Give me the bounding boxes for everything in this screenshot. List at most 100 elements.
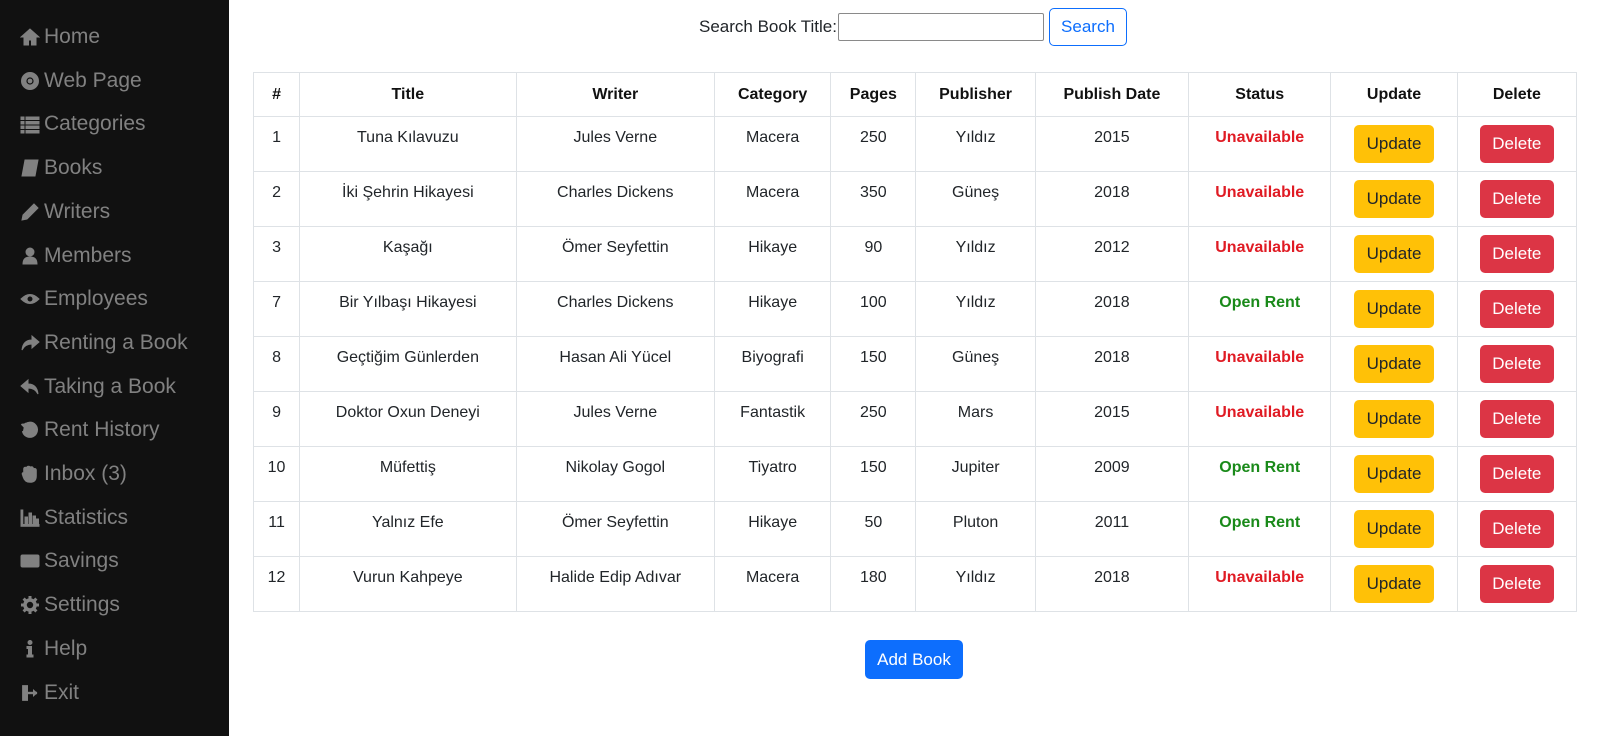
delete-button[interactable]: Delete (1479, 234, 1554, 273)
sidebar-item-rent-history[interactable]: Rent History (18, 415, 160, 445)
delete-button[interactable]: Delete (1479, 399, 1554, 438)
cell-update: Update (1330, 446, 1458, 502)
chrome-icon (18, 70, 42, 92)
header-delete: Delete (1456, 72, 1578, 117)
cell-category: Hikaye (714, 281, 832, 337)
header-publisher: Publisher (915, 72, 1036, 117)
cell-publisher: Yıldız (915, 226, 1036, 282)
cell-delete: Delete (1456, 116, 1578, 172)
sidebar-item-help[interactable]: Help (18, 634, 87, 664)
delete-button[interactable]: Delete (1479, 179, 1554, 218)
status-label: Open Rent (1188, 446, 1332, 502)
sidebar-item-exit[interactable]: Exit (18, 678, 79, 708)
cell-pages: 100 (830, 281, 917, 337)
cell-title: Vurun Kahpeye (299, 556, 517, 612)
header-id: # (252, 72, 301, 117)
cell-publisher: Jupiter (915, 446, 1036, 502)
cell-publisher: Yıldız (915, 116, 1036, 172)
update-button[interactable]: Update (1354, 509, 1435, 548)
search-label: Search Book Title: (699, 17, 837, 36)
delete-button[interactable]: Delete (1479, 289, 1554, 328)
header-status: Status (1188, 72, 1332, 117)
table-row: 9 Doktor Oxun Deneyi Jules Verne Fantastik 2… (252, 391, 1578, 447)
gear-icon (18, 594, 42, 616)
sidebar-item-books[interactable]: Books (18, 153, 102, 183)
search-bar: Search Book Title: Search (699, 8, 1127, 46)
cell-category: Macera (714, 116, 832, 172)
cell-update: Update (1330, 226, 1458, 282)
delete-button[interactable]: Delete (1479, 344, 1554, 383)
update-button[interactable]: Update (1354, 289, 1435, 328)
sidebar-item-home[interactable]: Home (18, 22, 100, 52)
search-button[interactable]: Search (1048, 8, 1127, 46)
cell-title: Tuna Kılavuzu (299, 116, 517, 172)
delete-button[interactable]: Delete (1479, 124, 1554, 163)
sidebar-item-label: Inbox (3) (44, 462, 127, 485)
cell-publish-date: 2018 (1034, 281, 1190, 337)
sidebar-item-savings[interactable]: Savings (18, 546, 119, 576)
delete-button[interactable]: Delete (1479, 454, 1554, 493)
update-button[interactable]: Update (1354, 399, 1435, 438)
cell-update: Update (1330, 501, 1458, 557)
cell-publish-date: 2018 (1034, 171, 1190, 227)
delete-button[interactable]: Delete (1479, 509, 1554, 548)
sidebar-item-inbox-3[interactable]: Inbox (3) (18, 459, 127, 489)
update-button[interactable]: Update (1354, 564, 1435, 603)
cell-title: Müfettiş (299, 446, 517, 502)
cell-delete: Delete (1456, 446, 1578, 502)
cell-publish-date: 2018 (1034, 556, 1190, 612)
cell-publisher: Pluton (915, 501, 1036, 557)
sidebar-item-members[interactable]: Members (18, 241, 132, 271)
sidebar-item-label: Help (44, 636, 88, 660)
status-label: Unavailable (1188, 556, 1332, 612)
cell-id: 2 (252, 171, 301, 227)
cell-pages: 150 (830, 446, 917, 502)
update-button[interactable]: Update (1354, 344, 1435, 383)
reply-icon (18, 376, 42, 398)
sidebar-item-label: Savings (44, 549, 119, 573)
cell-update: Update (1330, 336, 1458, 392)
history-icon (18, 419, 42, 441)
cell-category: Biyografi (714, 336, 832, 392)
sidebar-item-web-page[interactable]: Web Page (18, 66, 142, 96)
update-button[interactable]: Update (1354, 179, 1435, 218)
sidebar-item-label: Members (44, 243, 132, 267)
sidebar-item-label: Taking a Book (44, 374, 176, 398)
cell-writer: Charles Dickens (515, 171, 716, 227)
status-label: Unavailable (1188, 116, 1332, 172)
pencil-icon (18, 201, 42, 223)
sidebar-item-categories[interactable]: Categories (18, 109, 146, 139)
search-input[interactable] (837, 13, 1044, 41)
header-publish-date: Publish Date (1034, 72, 1190, 117)
cell-category: Hikaye (714, 226, 832, 282)
sidebar: Home Web Page Categories Books Writers Member… (0, 0, 229, 736)
update-button[interactable]: Update (1354, 234, 1435, 273)
sidebar-item-settings[interactable]: Settings (18, 590, 120, 620)
cell-category: Tiyatro (714, 446, 832, 502)
status-label: Open Rent (1188, 501, 1332, 557)
delete-button[interactable]: Delete (1479, 564, 1554, 603)
table-row: 10 Müfettiş Nikolay Gogol Tiyatro 150 Jupiter… (252, 446, 1578, 502)
sidebar-item-statistics[interactable]: Statistics (18, 503, 128, 533)
table-row: 8 Geçtiğim Günlerden Hasan Ali Yücel Biyogr… (252, 336, 1578, 392)
cell-update: Update (1330, 391, 1458, 447)
update-button[interactable]: Update (1354, 454, 1435, 493)
cell-publisher: Yıldız (915, 556, 1036, 612)
money-icon (18, 550, 42, 572)
cell-delete: Delete (1456, 226, 1578, 282)
cell-title: Doktor Oxun Deneyi (299, 391, 517, 447)
update-button[interactable]: Update (1354, 124, 1435, 163)
add-book-button[interactable]: Add Book (865, 640, 963, 679)
sidebar-item-taking-a-book[interactable]: Taking a Book (18, 372, 176, 402)
sign-out-icon (18, 682, 42, 704)
table-row: 3 Kaşağı Ömer Seyfettin Hikaye 90 Yıldız 2012 U… (252, 226, 1578, 282)
sidebar-item-writers[interactable]: Writers (18, 197, 110, 227)
sidebar-item-renting-a-book[interactable]: Renting a Book (18, 328, 188, 358)
cell-category: Macera (714, 556, 832, 612)
cell-category: Fantastik (714, 391, 832, 447)
sidebar-item-label: Settings (44, 593, 120, 617)
cell-update: Update (1330, 171, 1458, 227)
cell-pages: 250 (830, 116, 917, 172)
cell-update: Update (1330, 281, 1458, 337)
sidebar-item-employees[interactable]: Employees (18, 284, 148, 314)
